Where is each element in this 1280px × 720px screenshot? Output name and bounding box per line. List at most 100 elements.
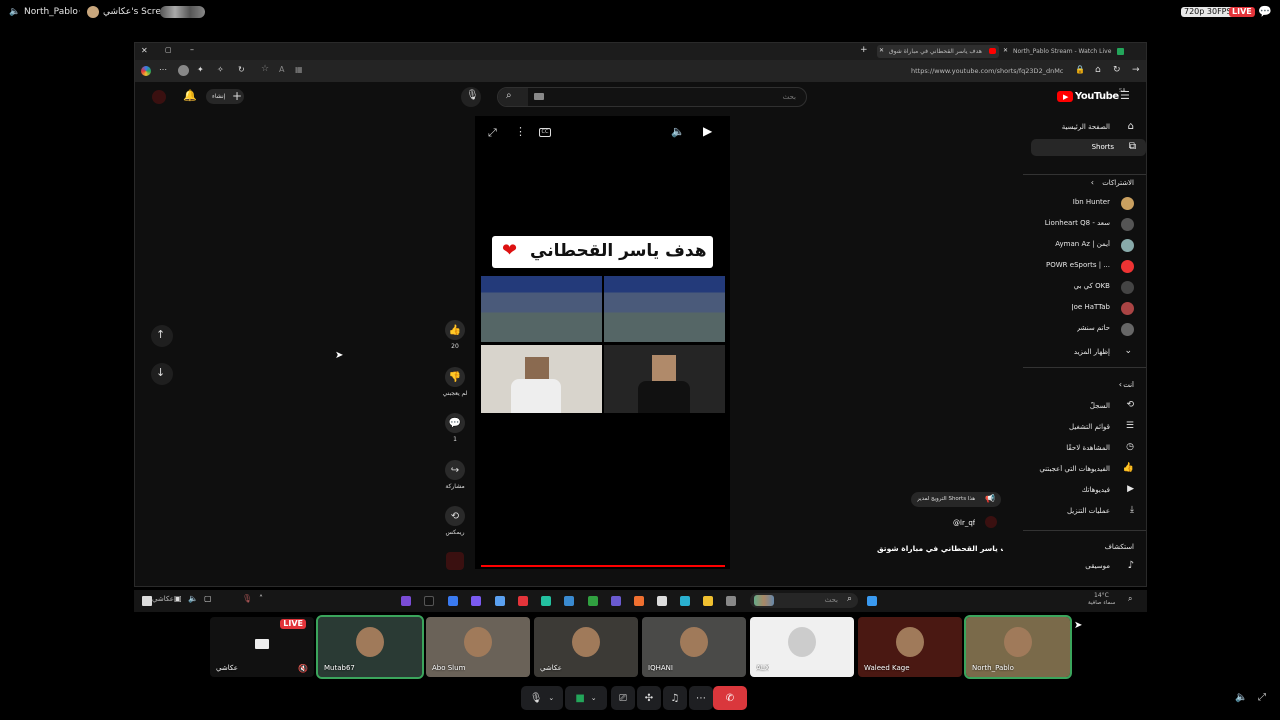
refresh-icon[interactable]: ↻ (238, 65, 245, 74)
keyboard-icon[interactable] (534, 93, 544, 100)
search-button[interactable] (498, 88, 528, 106)
volume-icon[interactable]: 🔈 (1235, 692, 1247, 703)
search-bar[interactable]: ⌕ بحث (497, 87, 807, 107)
sidebar-item-shorts[interactable]: Shorts ⧉ (1031, 139, 1146, 156)
tab-close-icon[interactable]: ✕ (1003, 47, 1008, 54)
remix-button[interactable]: ⟲ ريمكس (441, 506, 469, 536)
sidebar-item-you[interactable]: المشاهدة لاحقًا ◷ (1024, 442, 1134, 458)
search-icon[interactable]: ⌕ (506, 90, 512, 101)
taskbar-app-icon[interactable] (471, 596, 481, 606)
sidebar-item-subscription[interactable]: POWR eSports | ... (1024, 259, 1134, 275)
taskbar-app-icon[interactable] (611, 596, 621, 606)
tiktok-icon[interactable] (424, 596, 434, 606)
sidebar-item-subscription[interactable]: Ibn Hunter (1024, 196, 1134, 212)
sidebar-item-subscription[interactable]: Ayman Az | أيمن (1024, 238, 1134, 254)
read-aloud-icon[interactable]: A (279, 65, 284, 74)
taskbar-app-icon[interactable] (448, 596, 458, 606)
promote-button[interactable]: الترويج لمدير Shorts هذا 📢 (911, 492, 1001, 507)
sidebar-item-subscription[interactable]: Joe HaTTab (1024, 301, 1134, 317)
participant-tile[interactable]: IQHANI (642, 617, 746, 677)
chat-icon[interactable]: 💬 (1258, 5, 1272, 18)
zoom-icon[interactable]: ⌕ (1128, 594, 1132, 604)
taskbar-app-icon[interactable] (541, 596, 551, 606)
next-short-button[interactable]: ↓ (151, 363, 173, 385)
restore-icon[interactable]: ▢ (165, 46, 172, 54)
activities-button[interactable]: ✣ (637, 686, 661, 710)
taskbar-search[interactable]: بحث ⌕ (750, 593, 858, 608)
tray-icon[interactable]: ▢ (204, 594, 212, 603)
share-button[interactable]: ↪ مشاركة (441, 460, 469, 490)
favorite-icon[interactable]: ☆ (261, 64, 269, 74)
participant-tile[interactable]: Waleed Kage (858, 617, 962, 677)
sidebar-item-you[interactable]: الفيديوهات التي أعجبتني 👍 (1024, 463, 1134, 479)
tray-icon[interactable]: ▣ (174, 594, 182, 603)
minimize-icon[interactable]: – (190, 45, 194, 54)
more-options-icon[interactable]: ⋮ (515, 125, 526, 138)
voice-search-button[interactable]: 🎙 (461, 87, 481, 107)
taskbar-app-icon[interactable] (657, 596, 667, 606)
sidebar-item-you[interactable]: عمليات التنزيل ⤓ (1024, 505, 1134, 521)
short-player[interactable]: ⤢ ⋮ CC 🔈 ▶ ❤ هدف ياسر القحطاني (475, 116, 730, 569)
windows-start-icon[interactable] (867, 596, 877, 606)
subscriptions-header[interactable]: الاشتراكات ‹ (1024, 177, 1134, 193)
taskbar-app-icon[interactable] (634, 596, 644, 606)
participant-tile[interactable]: North_Pablo (964, 615, 1072, 679)
sidebar-item-home[interactable]: الصفحة الرئيسية ⌂ (1024, 121, 1134, 137)
app-icon[interactable] (142, 596, 152, 606)
show-more-button[interactable]: إظهار المزيد ⌄ (1024, 346, 1134, 362)
edge-icon[interactable] (680, 596, 690, 606)
menu-dots-icon[interactable]: ⋯ (159, 65, 167, 74)
sidebar-item-subscription[interactable]: كي بي OKB (1024, 280, 1134, 296)
reload-icon[interactable]: ↻ (1113, 65, 1121, 75)
mute-icon[interactable]: 🔈 (671, 125, 685, 138)
home-icon[interactable]: ⌂ (1095, 65, 1101, 75)
play-pause-icon[interactable]: ▶ (703, 124, 712, 138)
channel-handle[interactable]: @lr_qf (953, 519, 975, 527)
taskbar-app-icon[interactable] (588, 596, 598, 606)
taskbar-app-icon[interactable] (518, 596, 528, 606)
notifications-icon[interactable]: 🔔 (183, 89, 197, 102)
sidebar-item-subscription[interactable]: حاتم سنشر (1024, 322, 1134, 338)
soundboard-button[interactable]: ♫ (663, 686, 687, 710)
file-explorer-icon[interactable] (703, 596, 713, 606)
fullscreen-icon[interactable]: ⤢ (1258, 692, 1266, 703)
you-header[interactable]: أنت ‹ (1024, 379, 1134, 395)
share-screen-button[interactable]: ⎚ (611, 686, 635, 710)
profile-icon[interactable] (178, 65, 189, 76)
chevron-up-icon[interactable]: ˄ (259, 594, 263, 603)
tab-stream[interactable]: ✕ North_Pablo Stream - Watch Live (1001, 45, 1133, 58)
participant-tile[interactable]: ALX (750, 617, 854, 677)
sound-thumbnail[interactable] (446, 552, 464, 570)
like-button[interactable]: 👍 20 (441, 320, 469, 350)
browser-logo-icon[interactable] (141, 66, 151, 76)
sidebar-item-you[interactable]: قوائم التشغيل ☰ (1024, 421, 1134, 437)
disconnect-button[interactable]: ✆ (713, 686, 747, 710)
url-text[interactable]: https://www.youtube.com/shorts/fq23D2_dn… (911, 67, 1071, 75)
viewer-avatars[interactable] (160, 6, 205, 18)
speaker-icon[interactable]: 🔈 (9, 7, 20, 17)
account-avatar[interactable] (152, 90, 166, 104)
tab-youtube[interactable]: ✕ هدف ياسر القحطاني في مباراة شوق (877, 45, 999, 58)
channel-avatar[interactable] (985, 516, 997, 528)
taskbar-app-icon[interactable] (401, 596, 411, 606)
forward-icon[interactable]: → (1132, 65, 1140, 75)
taskbar-app-icon[interactable] (564, 596, 574, 606)
dislike-button[interactable]: 👎 لم يعجبني (441, 367, 469, 397)
captions-icon[interactable]: CC (539, 128, 551, 137)
fullscreen-icon[interactable]: ⤢ (488, 126, 497, 140)
comments-button[interactable]: 💬 1 (441, 413, 469, 443)
previous-short-button[interactable]: ↑ (151, 325, 173, 347)
participant-tile[interactable]: Mutab67 (316, 615, 424, 679)
sidebar-item-you[interactable]: السجلّ ⟲ (1024, 400, 1134, 416)
sidebar-item-music[interactable]: موسيقى ♪ (1024, 560, 1134, 576)
taskbar-app-icon[interactable] (495, 596, 505, 606)
volume-icon[interactable]: 🔈 (188, 594, 198, 603)
split-screen-icon[interactable]: ▦ (295, 65, 303, 74)
sidebar-item-you[interactable]: فيديوهاتك ▶ (1024, 484, 1134, 500)
participant-tile[interactable]: عكاشي (534, 617, 638, 677)
participant-tile[interactable]: LIVE 🔇 عكاشي (210, 617, 314, 677)
new-tab-icon[interactable]: + (860, 45, 868, 55)
close-window-icon[interactable]: ✕ (141, 46, 148, 55)
extension-icon[interactable]: ✦ (197, 65, 204, 74)
progress-bar[interactable] (481, 565, 725, 567)
